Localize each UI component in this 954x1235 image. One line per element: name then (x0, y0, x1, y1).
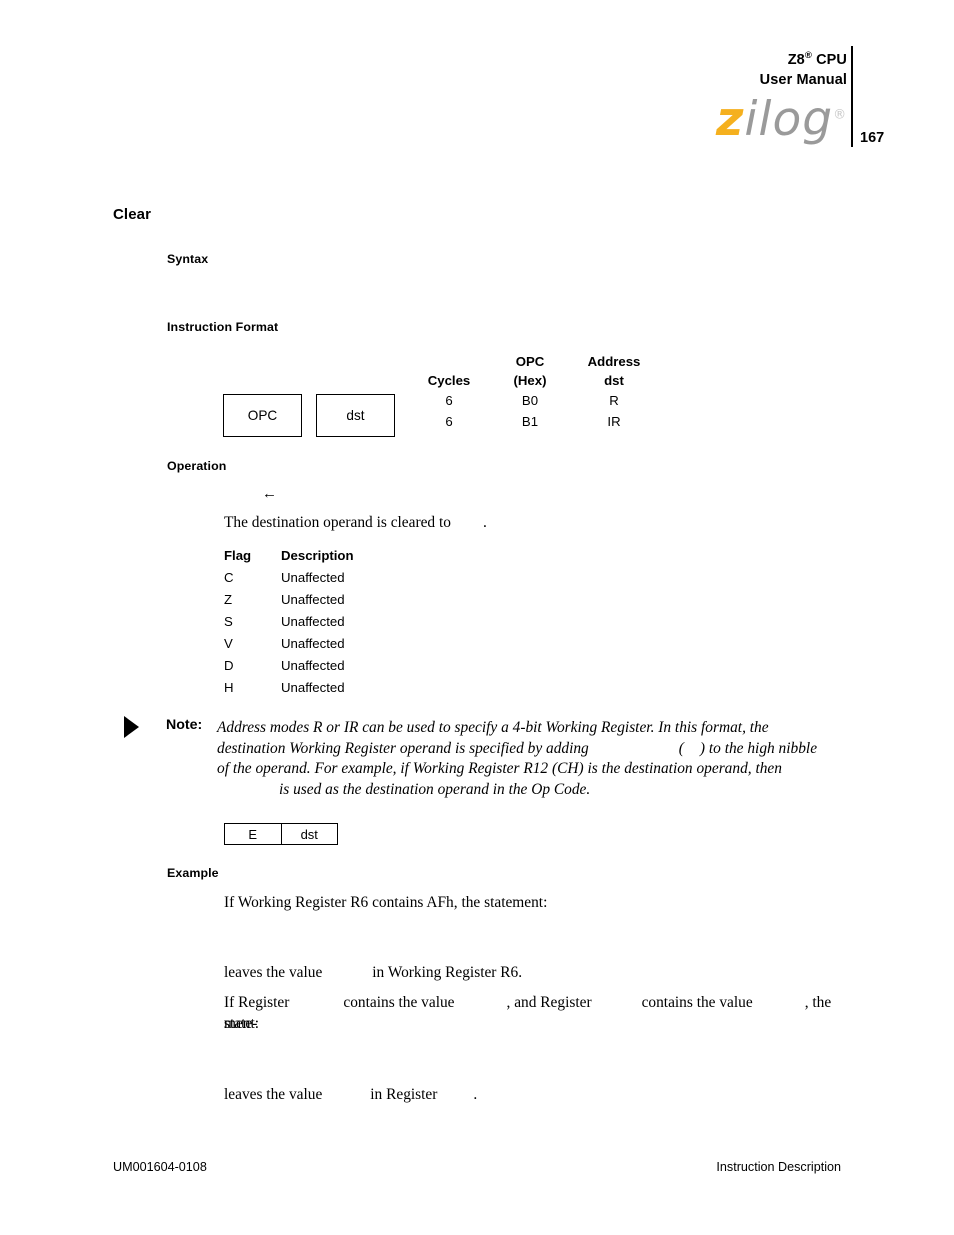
example-line-3-text-d: contains the value (641, 994, 753, 1011)
note-line-2-paren-open: ( (678, 739, 684, 757)
opcode-nibble-box: E dst (224, 823, 338, 845)
example-line-4-text-c: . (473, 1086, 478, 1103)
cell-flag: H (224, 680, 234, 695)
page-number: 167 (860, 130, 885, 146)
operation-heading: Operation (167, 459, 227, 473)
note-line-2: destination Working Register operand is … (217, 739, 845, 760)
table-header-row: Cycles OPC (Hex) Address dst (406, 352, 660, 390)
note-line-3: of the operand. For example, if Working … (217, 760, 782, 777)
instruction-field-dst: dst (316, 394, 395, 437)
table-row: C Unaffected (224, 567, 354, 589)
cell-address: IR (607, 414, 621, 429)
table-row: 6 B1 IR (406, 411, 660, 432)
instruction-format-heading: Instruction Format (167, 320, 279, 334)
instruction-cycles-table: Cycles OPC (Hex) Address dst 6 B0 R 6 B1… (406, 352, 660, 432)
page-header: Z8® CPU User Manual zilog® 167 (0, 0, 954, 175)
example-line-3-text-b: contains the value (343, 994, 455, 1011)
note-body: Address modes R or IR can be used to spe… (217, 718, 845, 800)
example-line-3-text-c: , and Register (506, 994, 592, 1011)
operation-description-period: . (482, 514, 487, 531)
cell-address: R (609, 393, 619, 408)
cell-opc: B1 (521, 414, 539, 429)
column-header-cycles-label: Cycles (427, 373, 471, 388)
column-header-opc-line2: (Hex) (513, 373, 547, 388)
example-line-2-text-b: in Working Register R6. (372, 964, 523, 981)
note-line-4: is used as the destination operand in th… (217, 780, 845, 801)
cell-opc: B0 (521, 393, 539, 408)
example-code-1 (224, 922, 784, 944)
header-divider (851, 46, 853, 147)
manual-title-line2: User Manual (759, 72, 847, 88)
cell-description: Unaffected (281, 570, 345, 585)
note-line-2-text-a: destination Working Register operand is … (217, 739, 589, 757)
operation-assignment-arrow-icon: ← (262, 486, 277, 502)
flags-table: Flag Description C Unaffected Z Unaffect… (224, 545, 354, 699)
note-line-1: Address modes R or IR can be used to spe… (217, 719, 769, 736)
cell-flag: S (224, 614, 233, 629)
opcode-low-nibble: dst (300, 826, 318, 842)
table-row: Z Unaffected (224, 589, 354, 611)
note-label: Note: (166, 717, 203, 733)
cell-flag: Z (224, 592, 233, 607)
column-header-opc-line1: OPC (515, 354, 545, 369)
example-line-3-text-a: If Register (224, 994, 290, 1011)
note-arrow-icon (124, 716, 139, 738)
footer-document-id: UM001604-0108 (113, 1160, 207, 1174)
operation-description-text: The destination operand is cleared to (224, 514, 451, 531)
operation-description: The destination operand is cleared to. (224, 512, 487, 533)
column-header-address: Address dst (568, 352, 660, 390)
cell-description: Unaffected (281, 680, 345, 695)
table-row: V Unaffected (224, 633, 354, 655)
syntax-heading: Syntax (167, 252, 209, 266)
example-line-2-text-a: leaves the value (224, 964, 323, 981)
example-line-4-text-a: leaves the value (224, 1086, 323, 1103)
column-header-cycles: Cycles (406, 352, 492, 390)
example-line-4: leaves the value in Register. (224, 1084, 477, 1105)
registered-trademark-icon: ® (804, 50, 812, 62)
example-line-3: If Register contains the value , and Regis… (224, 992, 864, 1034)
table-row: D Unaffected (224, 655, 354, 677)
cell-flag: D (224, 658, 234, 673)
cell-description: Unaffected (281, 592, 345, 607)
column-header-flag: Flag (224, 548, 252, 563)
note-line-2-text-c: ) to the high nibble (699, 739, 818, 757)
example-line-4-text-b: in Register (370, 1086, 438, 1103)
cell-description: Unaffected (281, 636, 345, 651)
zilog-logo-z: z (716, 92, 745, 147)
page-title: Clear (113, 206, 152, 223)
manual-title: Z8® CPU User Manual (760, 50, 847, 90)
column-header-description: Description (281, 548, 354, 563)
example-line-3-continuation: ment: (224, 1015, 260, 1032)
opcode-high-nibble: E (225, 824, 282, 844)
product-name-tail: CPU (811, 52, 847, 68)
example-line-2: leaves the value in Working Register R6. (224, 962, 522, 983)
manual-title-line1: Z8® CPU (760, 50, 847, 70)
example-code-2 (224, 1043, 784, 1065)
instruction-field-dst-label: dst (346, 408, 365, 423)
table-row: S Unaffected (224, 611, 354, 633)
table-header-row: Flag Description (224, 545, 354, 567)
instruction-field-opc-label: OPC (247, 408, 278, 423)
cell-description: Unaffected (281, 658, 345, 673)
column-header-opc: OPC (Hex) (492, 352, 568, 390)
cell-cycles: 6 (445, 414, 453, 429)
cell-flag: C (224, 570, 234, 585)
column-header-address-line1: Address (587, 354, 641, 369)
cell-flag: V (224, 636, 233, 651)
document-page: Z8® CPU User Manual zilog® 167 Clear Syn… (0, 0, 954, 1235)
example-line-1: If Working Register R6 contains AFh, the… (224, 894, 548, 911)
zilog-logo: zilog® (716, 96, 847, 143)
table-row: H Unaffected (224, 677, 354, 699)
zilog-logo-ilog: ilog (744, 92, 834, 147)
footer-section-name: Instruction Description (716, 1160, 841, 1174)
cell-cycles: 6 (445, 393, 453, 408)
product-name: Z8 (787, 52, 805, 68)
table-row: 6 B0 R (406, 390, 660, 411)
note-line-4-text: is used as the destination operand in th… (279, 780, 591, 798)
column-header-address-line2: dst (604, 373, 624, 388)
instruction-field-opc: OPC (223, 394, 302, 437)
example-heading: Example (167, 866, 219, 880)
cell-description: Unaffected (281, 614, 345, 629)
zilog-logo-registered-icon: ® (833, 107, 848, 123)
